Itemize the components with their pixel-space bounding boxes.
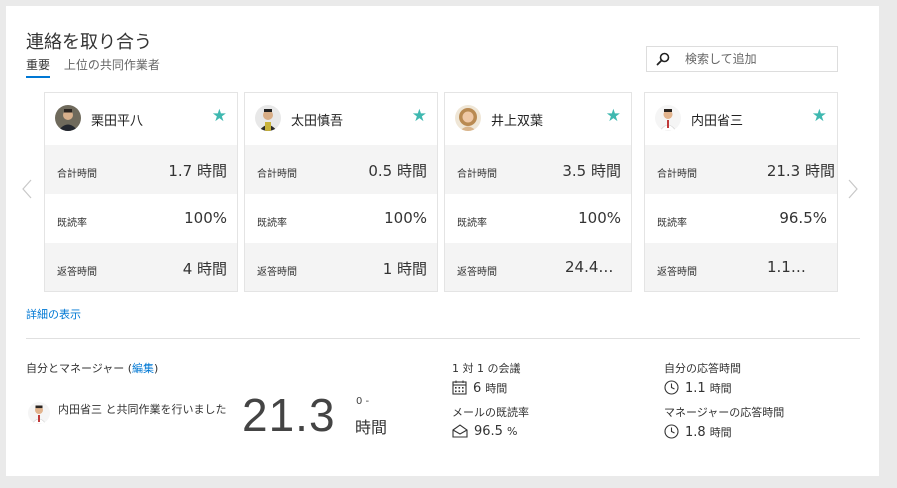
stat-label: 返答時間: [457, 267, 497, 278]
stat-value: 1 時間: [382, 260, 427, 278]
tab-top-collaborators[interactable]: 上位の共同作業者: [64, 56, 160, 76]
stat-value: 100%: [578, 209, 621, 227]
contact-card[interactable]: 井上双葉 ★ 合計時間 3.5 時間 既読率 100% 返答時間 24.4…: [444, 92, 632, 292]
contact-name[interactable]: 太田慎吾: [291, 110, 343, 129]
contact-name[interactable]: 井上双葉: [491, 110, 543, 129]
search-box[interactable]: [646, 46, 838, 72]
stat-value: 1.1…: [767, 258, 806, 276]
stat-value: 0.5 時間: [368, 162, 427, 180]
stat-value: 4 時間: [182, 260, 227, 278]
manager-section-title: 自分とマネージャー (編集): [26, 360, 158, 376]
mail-read-number: 96.5: [474, 424, 503, 439]
avatar: [55, 105, 81, 131]
chevron-right-icon[interactable]: [847, 178, 859, 200]
manager-response-number: 1.8: [685, 425, 706, 440]
manager-title-suffix: ): [154, 362, 159, 375]
one-on-one-label: 1 対 1 の会議: [452, 362, 521, 375]
panel-title: 連絡を取り合う: [26, 32, 152, 53]
response-time-row: 返答時間 1 時間: [245, 243, 437, 291]
contact-card[interactable]: 栗田平八 ★ 合計時間 1.7 時間 既読率 100% 返答時間 4 時間: [44, 92, 238, 292]
star-icon[interactable]: ★: [212, 106, 227, 126]
stat-value: 100%: [184, 209, 227, 227]
total-time-row: 合計時間 3.5 時間: [445, 145, 631, 194]
stat-label: 既読率: [657, 218, 687, 229]
search-icon: [656, 52, 670, 66]
tab-important[interactable]: 重要: [26, 56, 51, 78]
stat-value: 21.3 時間: [766, 162, 835, 180]
manager-response-label: マネージャーの応答時間: [664, 406, 785, 419]
clock-icon: [664, 424, 679, 439]
response-time-row: 返答時間 4 時間: [45, 243, 237, 291]
stat-label: 返答時間: [257, 267, 297, 278]
card-header: 栗田平八 ★: [45, 93, 237, 145]
collaboration-unit: 時間: [355, 418, 388, 437]
stat-label: 既読率: [257, 218, 287, 229]
read-rate-row: 既読率 100%: [445, 194, 631, 243]
star-icon[interactable]: ★: [812, 106, 827, 126]
total-time-row: 合計時間 1.7 時間: [45, 145, 237, 194]
total-time-row: 合計時間 0.5 時間: [245, 145, 437, 194]
stat-label: 既読率: [57, 218, 87, 229]
total-time-row: 合計時間 21.3 時間: [645, 145, 837, 194]
stat-label: 合計時間: [657, 169, 697, 180]
mail-read-label: メールの既読率: [452, 406, 529, 419]
my-response-label: 自分の応答時間: [664, 362, 741, 375]
meetings-unit: 時間: [485, 382, 508, 395]
stat-label: 返答時間: [57, 267, 97, 278]
my-response-unit: 時間: [709, 382, 732, 395]
edit-link[interactable]: 編集: [132, 362, 154, 375]
collaboration-hours-value: 21.3: [242, 389, 336, 441]
contact-name[interactable]: 内田省三: [691, 110, 743, 129]
collaboration-range: 0 -: [356, 396, 370, 407]
read-rate-row: 既読率 100%: [245, 194, 437, 243]
stat-label: 合計時間: [57, 169, 97, 180]
stat-label: 合計時間: [257, 169, 297, 180]
stat-label: 合計時間: [457, 169, 497, 180]
one-on-one-value: 6 時間: [452, 380, 507, 396]
search-input[interactable]: [685, 50, 830, 68]
meetings-number: 6: [473, 381, 482, 396]
tab-bar: 重要 上位の共同作業者: [26, 56, 170, 78]
mail-read-value: 96.5%: [452, 424, 517, 439]
contact-name[interactable]: 栗田平八: [91, 110, 143, 129]
card-header: 内田省三 ★: [645, 93, 837, 145]
envelope-open-icon: [452, 424, 468, 438]
calendar-icon: [452, 380, 467, 395]
card-header: 太田慎吾 ★: [245, 93, 437, 145]
avatar: [655, 105, 681, 131]
stat-value: 96.5%: [779, 209, 827, 227]
avatar: [255, 105, 281, 131]
divider: [26, 338, 860, 339]
stat-label: 既読率: [457, 218, 487, 229]
contact-card[interactable]: 内田省三 ★ 合計時間 21.3 時間 既読率 96.5% 返答時間 1.1…: [644, 92, 838, 292]
manager-response-value: 1.8 時間: [664, 424, 732, 440]
response-time-row: 返答時間 24.4…: [445, 243, 631, 291]
avatar: [28, 402, 50, 424]
show-details-link[interactable]: 詳細の表示: [26, 306, 81, 322]
avatar: [455, 105, 481, 131]
my-response-value: 1.1 時間: [664, 380, 732, 396]
stat-value: 24.4…: [565, 258, 614, 276]
mail-read-unit: %: [506, 425, 518, 438]
clock-icon: [664, 380, 679, 395]
read-rate-row: 既読率 100%: [45, 194, 237, 243]
response-time-row: 返答時間 1.1…: [645, 243, 837, 291]
contact-card[interactable]: 太田慎吾 ★ 合計時間 0.5 時間 既読率 100% 返答時間 1 時間: [244, 92, 438, 292]
my-response-number: 1.1: [685, 381, 706, 396]
collaboration-text: 内田省三 と共同作業を行いました: [58, 403, 227, 416]
stat-value: 100%: [384, 209, 427, 227]
manager-title-prefix: 自分とマネージャー (: [26, 362, 133, 375]
chevron-left-icon[interactable]: [21, 178, 33, 200]
card-header: 井上双葉 ★: [445, 93, 631, 145]
stat-value: 3.5 時間: [562, 162, 621, 180]
read-rate-row: 既読率 96.5%: [645, 194, 837, 243]
star-icon[interactable]: ★: [606, 106, 621, 126]
connect-panel: 連絡を取り合う 重要 上位の共同作業者 栗田平八 ★ 合計時間 1.7 時間 既読…: [6, 6, 879, 476]
star-icon[interactable]: ★: [412, 106, 427, 126]
stat-value: 1.7 時間: [168, 162, 227, 180]
manager-response-unit: 時間: [709, 426, 732, 439]
stat-label: 返答時間: [657, 267, 697, 278]
